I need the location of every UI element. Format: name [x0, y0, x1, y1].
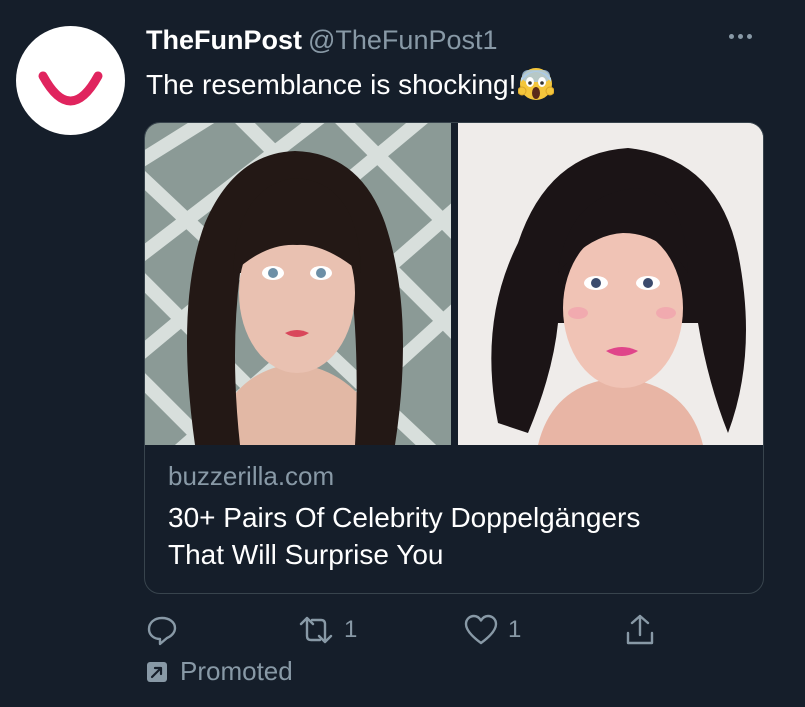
tweet-text-content: The resemblance is shocking! — [146, 69, 517, 100]
tweet-text: The resemblance is shocking! — [146, 66, 555, 104]
photo-right — [458, 123, 763, 445]
card-title: 30+ Pairs Of Celebrity Doppelgängers Tha… — [168, 499, 748, 573]
reply-icon — [147, 616, 177, 646]
card-domain: buzzerilla.com — [168, 461, 335, 491]
author-handle[interactable]: @TheFunPost1 — [308, 25, 498, 55]
photo-left — [145, 123, 451, 445]
reply-button[interactable] — [146, 610, 178, 650]
heart-icon — [464, 614, 498, 645]
celebrity-photo-right — [458, 123, 763, 445]
share-icon — [626, 614, 654, 645]
tweet-header: TheFunPost @TheFunPost1 — [146, 22, 498, 58]
smile-logo-icon — [38, 71, 103, 106]
screaming-face-emoji-icon — [518, 68, 555, 100]
promoted-text: Promoted — [180, 656, 293, 686]
action-bar: 1 1 — [146, 610, 666, 650]
promoted-icon — [147, 661, 167, 682]
retweet-count: 1 — [344, 616, 358, 643]
card-media[interactable] — [145, 123, 763, 445]
author-name[interactable]: TheFunPost — [146, 25, 302, 55]
share-button[interactable] — [624, 610, 656, 650]
card-title-line2: That Will Surprise You — [168, 539, 444, 570]
promoted-label[interactable]: Promoted — [146, 656, 293, 687]
more-options-icon[interactable] — [729, 26, 769, 54]
card-title-line1: 30+ Pairs Of Celebrity Doppelgängers — [168, 502, 641, 533]
like-count: 1 — [508, 616, 522, 643]
retweet-button[interactable]: 1 — [298, 610, 357, 650]
like-button[interactable]: 1 — [464, 610, 521, 650]
card-info[interactable]: buzzerilla.com 30+ Pairs Of Celebrity Do… — [168, 459, 748, 573]
avatar[interactable] — [16, 26, 125, 135]
link-card[interactable]: buzzerilla.com 30+ Pairs Of Celebrity Do… — [144, 122, 764, 594]
celebrity-photo-left — [145, 123, 451, 445]
retweet-icon — [299, 616, 333, 644]
